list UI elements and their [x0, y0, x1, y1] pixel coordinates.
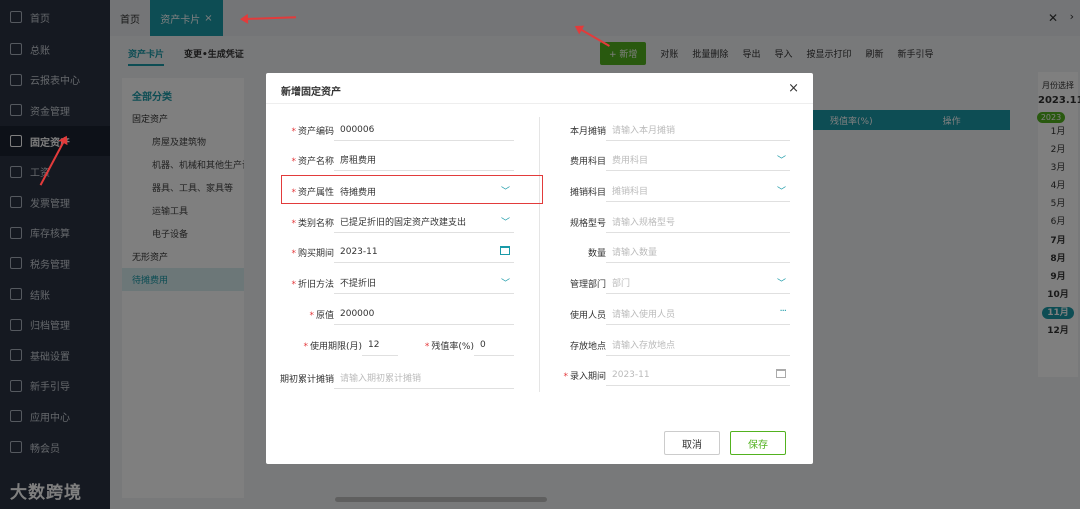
chevron-down-icon: ﹀: [776, 156, 786, 166]
dialog-title: 新增固定资产: [281, 87, 341, 98]
field-label: 使用人员: [569, 310, 606, 321]
field-label: 残值率(%): [431, 341, 474, 352]
calendar-icon: [500, 246, 510, 255]
spec-model-input[interactable]: 请输入规格型号: [606, 211, 790, 233]
accumulated-amortization-input[interactable]: 请输入期初累计摊销: [334, 367, 514, 389]
field-label: 原值: [315, 310, 334, 321]
field-label: 资产编码: [297, 126, 334, 137]
category-value: 已提足折旧的固定资产改建支出: [340, 218, 467, 228]
field-label: 折旧方法: [297, 279, 334, 290]
field-label: 摊销科目: [569, 187, 606, 198]
asset-code-input[interactable]: 000006: [334, 119, 514, 141]
add-fixed-asset-dialog: 新增固定资产 × * 资产编码 000006 * 资产名称 房租费用 * 资产属性 待…: [266, 73, 813, 464]
monthly-amortization-input[interactable]: 请输入本月摊销: [606, 119, 790, 141]
save-button[interactable]: 保存: [730, 431, 786, 455]
divider: [539, 117, 540, 392]
purchase-period-value: 2023-11: [340, 246, 378, 257]
quantity-input[interactable]: 请输入数量: [606, 241, 790, 263]
storage-location-input[interactable]: 请输入存放地点: [606, 334, 790, 356]
residual-rate-input[interactable]: 0: [474, 334, 514, 356]
user-input[interactable]: 请输入使用人员 ···: [606, 303, 790, 325]
amortization-account-placeholder: 摊销科目: [612, 187, 649, 197]
field-label: 类别名称: [297, 218, 334, 229]
category-select[interactable]: 已提足折旧的固定资产改建支出 ﹀: [334, 211, 514, 233]
calendar-icon: [776, 369, 786, 378]
expense-account-select[interactable]: 费用科目 ﹀: [606, 149, 790, 171]
chevron-down-icon: ﹀: [776, 279, 786, 289]
field-label: 本月摊销: [569, 126, 606, 137]
amortization-account-select[interactable]: 摊销科目 ﹀: [606, 180, 790, 202]
field-label: 录入期间: [569, 371, 606, 382]
depreciation-method-select[interactable]: 不提折旧 ﹀: [334, 272, 514, 294]
department-select[interactable]: 部门 ﹀: [606, 272, 790, 294]
divider: [266, 103, 813, 104]
field-label: 购买期间: [297, 248, 334, 259]
cancel-button[interactable]: 取消: [664, 431, 720, 455]
field-label: 存放地点: [569, 341, 606, 352]
entry-period-placeholder: 2023-11: [612, 369, 650, 380]
field-label: 管理部门: [569, 279, 606, 290]
chevron-down-icon: ﹀: [500, 218, 510, 228]
chevron-down-icon: ﹀: [500, 279, 510, 289]
department-placeholder: 部门: [612, 279, 631, 289]
more-icon[interactable]: ···: [779, 306, 786, 317]
purchase-period-picker[interactable]: 2023-11: [334, 241, 514, 263]
original-value-input[interactable]: 200000: [334, 303, 514, 325]
useful-life-input[interactable]: 12: [362, 334, 398, 356]
field-label: 规格型号: [569, 218, 606, 229]
field-label: 期初累计摊销: [280, 374, 335, 385]
expense-account-placeholder: 费用科目: [612, 156, 649, 166]
close-icon[interactable]: ×: [788, 81, 799, 96]
field-label: 费用科目: [569, 156, 606, 167]
depreciation-method-value: 不提折旧: [340, 279, 377, 289]
annotation-highlight-box: [281, 175, 543, 204]
entry-period-picker[interactable]: 2023-11: [606, 364, 790, 386]
field-label: 数量: [587, 248, 606, 259]
field-label: 资产名称: [297, 156, 334, 167]
field-label: 使用期限(月): [309, 341, 362, 352]
user-placeholder: 请输入使用人员: [612, 310, 676, 320]
chevron-down-icon: ﹀: [776, 187, 786, 197]
asset-name-input[interactable]: 房租费用: [334, 149, 514, 171]
